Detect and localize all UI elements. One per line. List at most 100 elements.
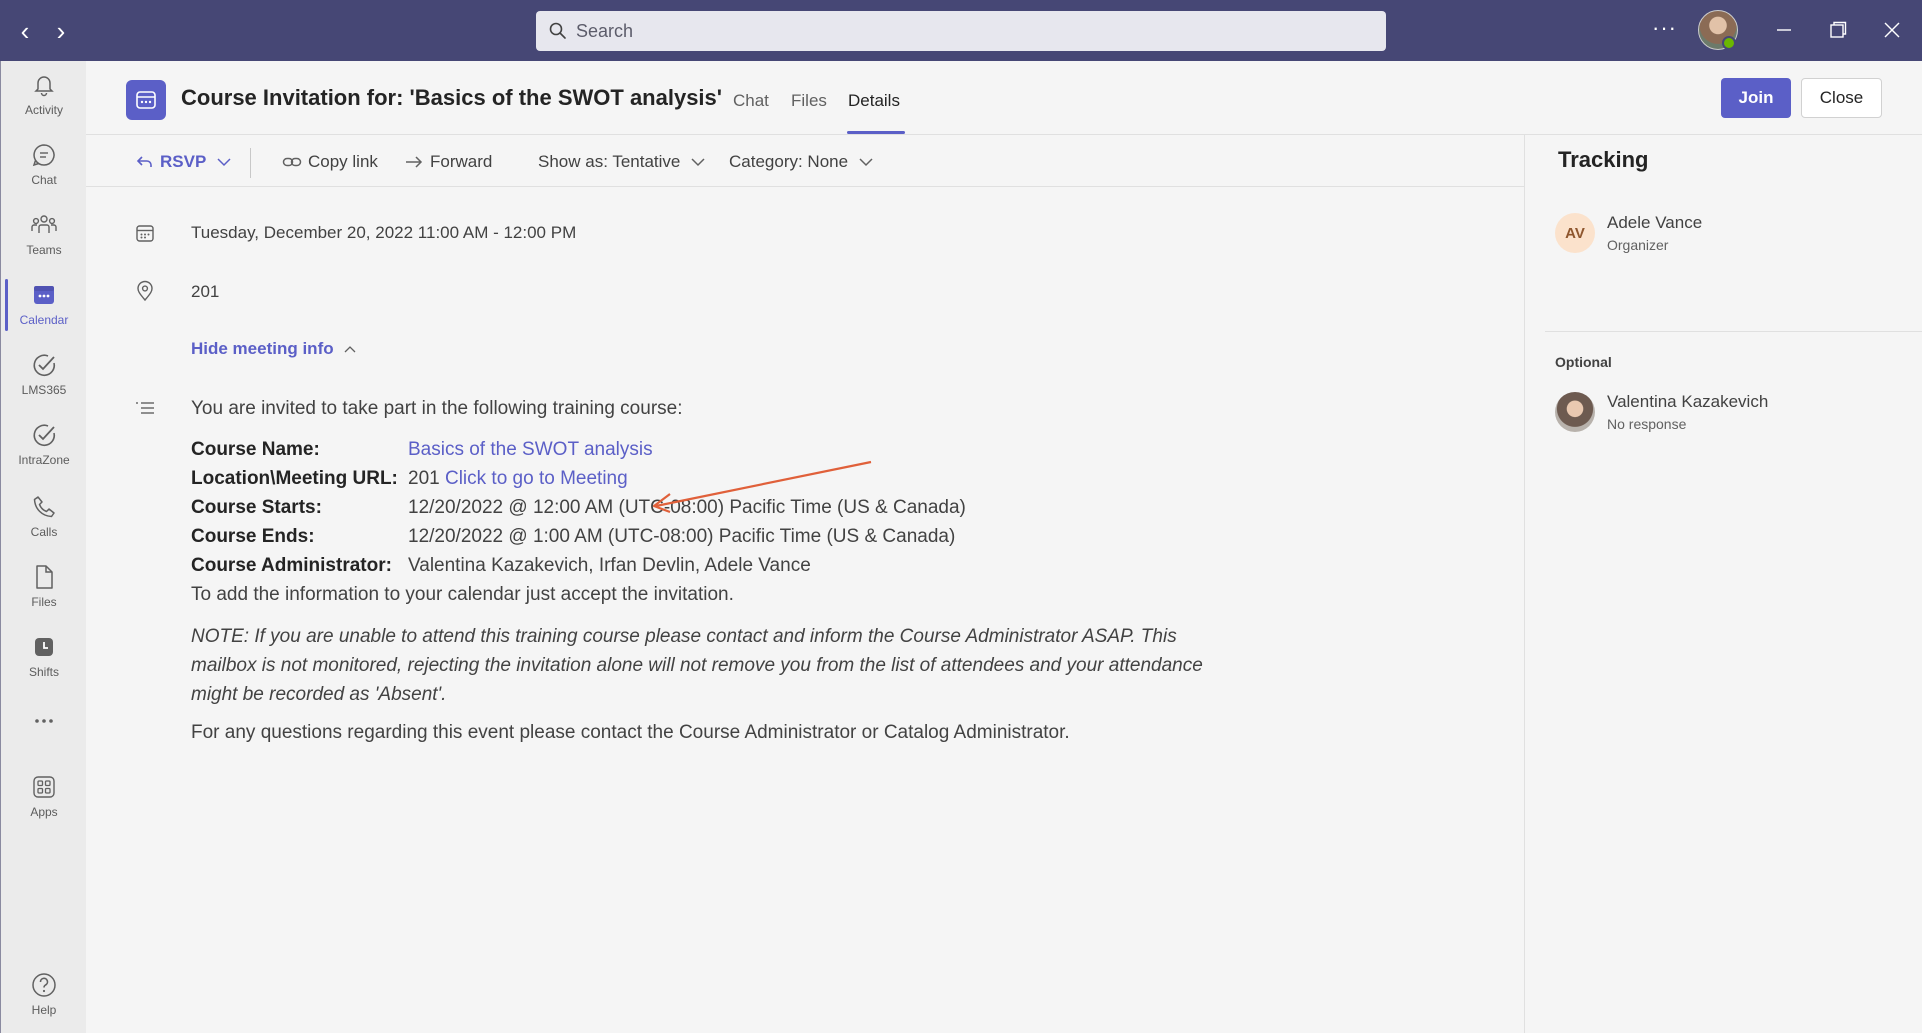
- more-icon: [35, 719, 53, 723]
- optional-section-label: Optional: [1555, 354, 1612, 370]
- arrow-right-icon: [406, 156, 423, 168]
- avatar: [1555, 392, 1595, 432]
- title-bar: ‹ › ···: [0, 0, 1922, 61]
- rail-item-apps[interactable]: Apps: [1, 773, 87, 835]
- show-as-dropdown[interactable]: Show as: Tentative: [538, 149, 706, 175]
- rail-item-activity[interactable]: Activity: [1, 71, 87, 133]
- rail-item-lms365[interactable]: LMS365: [1, 351, 87, 413]
- hide-meeting-info-link[interactable]: Hide meeting info: [191, 339, 358, 359]
- category-dropdown[interactable]: Category: None: [729, 149, 874, 175]
- tab-chat[interactable]: Chat: [733, 91, 769, 111]
- calendar-icon: [136, 225, 154, 242]
- meeting-location: 201: [191, 282, 220, 301]
- organizer-role: Organizer: [1607, 237, 1669, 253]
- teams-icon: [31, 215, 57, 233]
- check-circle-icon: [33, 424, 56, 447]
- page-title: Course Invitation for: 'Basics of the SW…: [181, 85, 723, 110]
- bell-icon: [34, 76, 54, 97]
- help-icon: [32, 973, 56, 997]
- rail-item-calls[interactable]: Calls: [1, 493, 87, 555]
- avatar: AV: [1555, 213, 1595, 253]
- tab-details[interactable]: Details: [848, 91, 900, 111]
- tracking-title: Tracking: [1558, 147, 1649, 172]
- add-info-text: To add the information to your calendar …: [191, 584, 734, 605]
- course-admin-label: Course Administrator:: [191, 555, 392, 576]
- rail-item-calendar[interactable]: Calendar: [1, 281, 87, 343]
- rail-item-more[interactable]: [1, 707, 87, 747]
- attendee-status: No response: [1607, 416, 1687, 432]
- course-ends-value: 12/20/2022 @ 1:00 AM (UTC-08:00) Pacific…: [408, 526, 956, 547]
- rail-label-files: Files: [31, 595, 57, 609]
- apps-icon: [33, 776, 55, 798]
- main-content: Course Invitation for: 'Basics of the SW…: [86, 61, 1922, 1033]
- copy-link-button[interactable]: Copy link: [282, 149, 378, 175]
- organizer-entry[interactable]: AV Adele Vance Organizer: [1555, 209, 1915, 257]
- rail-label-teams: Teams: [26, 243, 62, 257]
- course-name-link[interactable]: Basics of the SWOT analysis: [408, 439, 653, 461]
- rail-item-shifts[interactable]: Shifts: [1, 633, 87, 695]
- questions-text: For any questions regarding this event p…: [191, 722, 1070, 743]
- rsvp-button[interactable]: RSVP: [134, 149, 232, 175]
- active-tab-indicator: [847, 131, 905, 134]
- reply-icon: [136, 156, 152, 167]
- check-circle-icon: [33, 354, 56, 377]
- text-list-icon: [136, 402, 154, 414]
- file-icon: [36, 565, 53, 589]
- minimize-icon[interactable]: [1768, 14, 1800, 46]
- course-location-value: 201 Click to go to Meeting: [408, 468, 628, 490]
- rail-label-lms365: LMS365: [21, 383, 67, 397]
- close-window-icon[interactable]: [1876, 14, 1908, 46]
- rail-label-help: Help: [31, 1003, 57, 1017]
- phone-icon: [33, 496, 55, 518]
- hide-meeting-info-label: Hide meeting info: [191, 339, 334, 358]
- meeting-toolbar: RSVP Copy link Forward Show as: Tentativ…: [86, 135, 1524, 187]
- forward-label: Forward: [430, 152, 493, 171]
- rail-label-calendar: Calendar: [19, 313, 69, 327]
- rail-label-calls: Calls: [30, 525, 58, 539]
- meeting-url-link[interactable]: Click to go to Meeting: [445, 468, 628, 489]
- search-input[interactable]: [576, 20, 1356, 42]
- annotation-arrow-icon: [652, 460, 872, 514]
- attendance-note: NOTE: If you are unable to attend this t…: [191, 626, 1203, 705]
- course-name-label: Course Name:: [191, 439, 320, 460]
- presence-available-icon: [1722, 36, 1736, 50]
- rail-item-files[interactable]: Files: [1, 563, 87, 625]
- attendee-entry[interactable]: Valentina Kazakevich No response: [1555, 388, 1915, 436]
- attendee-name: Valentina Kazakevich: [1607, 392, 1769, 411]
- rsvp-label: RSVP: [160, 152, 207, 171]
- course-starts-label: Course Starts:: [191, 497, 322, 518]
- rail-label-activity: Activity: [24, 103, 63, 117]
- chevron-down-icon: [691, 158, 705, 167]
- chat-icon: [32, 144, 55, 167]
- meeting-date-time: Tuesday, December 20, 2022 11:00 AM - 12…: [191, 223, 577, 242]
- show-as-label: Show as: Tentative: [538, 152, 681, 171]
- close-button[interactable]: Close: [1801, 78, 1882, 118]
- rail-label-shifts: Shifts: [28, 665, 59, 679]
- restore-icon[interactable]: [1822, 14, 1854, 46]
- rail-label-chat: Chat: [31, 173, 57, 187]
- category-label: Category: None: [729, 152, 849, 171]
- rail-item-chat[interactable]: Chat: [1, 141, 87, 203]
- forward-button[interactable]: Forward: [404, 149, 492, 175]
- chevron-down-icon: [859, 158, 873, 167]
- rail-label-apps: Apps: [30, 805, 58, 819]
- back-icon[interactable]: ‹: [12, 16, 38, 46]
- course-admin-value: Valentina Kazakevich, Irfan Devlin, Adel…: [408, 555, 811, 576]
- calendar-icon: [34, 286, 54, 304]
- rail-item-help[interactable]: Help: [1, 971, 87, 1033]
- search-bar[interactable]: [536, 11, 1386, 51]
- course-ends-label: Course Ends:: [191, 526, 315, 547]
- tracking-panel: Tracking AV Adele Vance Organizer Option…: [1524, 135, 1922, 1033]
- forward-nav-icon[interactable]: ›: [48, 16, 74, 46]
- rail-item-teams[interactable]: Teams: [1, 211, 87, 273]
- rail-item-intrazone[interactable]: IntraZone: [1, 421, 87, 483]
- invitation-intro: You are invited to take part in the foll…: [191, 398, 683, 419]
- clock-icon: [35, 638, 53, 656]
- copy-link-label: Copy link: [308, 152, 378, 171]
- chevron-up-icon: [344, 346, 356, 353]
- chevron-down-icon: [217, 158, 231, 167]
- tab-files[interactable]: Files: [791, 91, 827, 111]
- toolbar-divider: [250, 148, 251, 178]
- more-options-icon[interactable]: ···: [1652, 15, 1677, 41]
- join-button[interactable]: Join: [1721, 78, 1791, 118]
